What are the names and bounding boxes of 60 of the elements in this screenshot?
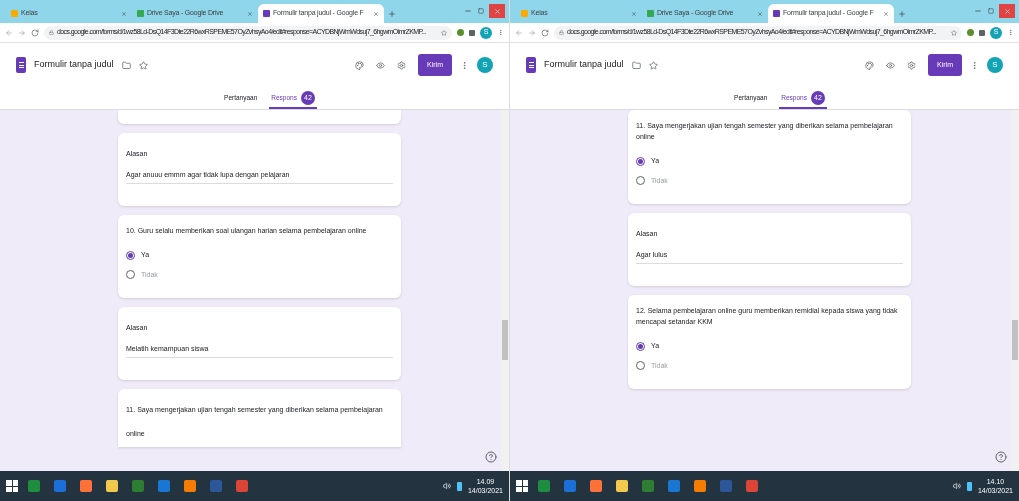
volume-icon[interactable] [952,482,961,490]
close-icon[interactable] [757,10,763,17]
star-icon[interactable] [648,60,658,70]
lock-icon [559,30,564,35]
extension-icon[interactable] [457,29,464,36]
forward-icon[interactable] [18,28,26,37]
star-icon[interactable] [951,29,957,36]
close-button[interactable] [489,4,505,18]
back-icon[interactable] [515,28,523,37]
maximize-icon[interactable] [988,8,994,14]
extension-icon[interactable] [967,29,974,36]
preview-icon[interactable] [886,60,896,70]
favicon-icon [773,10,780,17]
windows-logo-icon[interactable] [516,480,528,492]
close-icon[interactable] [883,10,889,17]
settings-icon[interactable] [397,60,407,70]
preview-icon[interactable] [376,60,386,70]
folder-icon[interactable] [121,60,131,70]
new-tab-icon[interactable] [898,10,906,18]
close-icon[interactable] [631,10,637,17]
help-icon[interactable] [485,451,497,463]
scrollbar[interactable] [501,110,509,471]
more-icon[interactable] [460,60,469,70]
forms-logo-icon [16,57,26,73]
favicon-icon [137,10,144,17]
help-icon[interactable] [995,451,1007,463]
reload-icon[interactable] [541,28,549,37]
close-icon [493,7,501,15]
palette-icon[interactable] [865,60,875,70]
close-icon[interactable] [121,10,127,17]
favicon-icon [521,10,528,17]
minimize-icon[interactable] [974,7,982,15]
forms-logo-icon [526,57,536,73]
more-icon[interactable] [970,60,979,70]
favicon-icon [647,10,654,17]
favicon-icon [11,10,18,17]
folder-icon[interactable] [631,60,641,70]
form-title[interactable]: Formulir tanpa judul [544,58,624,72]
close-icon[interactable] [373,10,379,17]
minimize-icon[interactable] [464,7,472,15]
back-icon[interactable] [5,28,13,37]
close-icon [1003,7,1011,15]
reload-icon[interactable] [31,28,39,37]
battery-icon[interactable] [966,481,972,491]
maximize-icon[interactable] [478,8,484,14]
lock-icon [49,30,54,35]
settings-icon[interactable] [907,60,917,70]
star-icon[interactable] [138,60,148,70]
battery-icon[interactable] [456,481,462,491]
form-title[interactable]: Formulir tanpa judul [34,58,114,72]
favicon-icon [263,10,270,17]
close-button[interactable] [999,4,1015,18]
windows-logo-icon[interactable] [6,480,18,492]
scrollbar[interactable] [1011,110,1019,471]
star-icon[interactable] [441,29,447,36]
new-tab-icon[interactable] [388,10,396,18]
forward-icon[interactable] [528,28,536,37]
close-icon[interactable] [247,10,253,17]
volume-icon[interactable] [442,482,451,490]
palette-icon[interactable] [355,60,365,70]
